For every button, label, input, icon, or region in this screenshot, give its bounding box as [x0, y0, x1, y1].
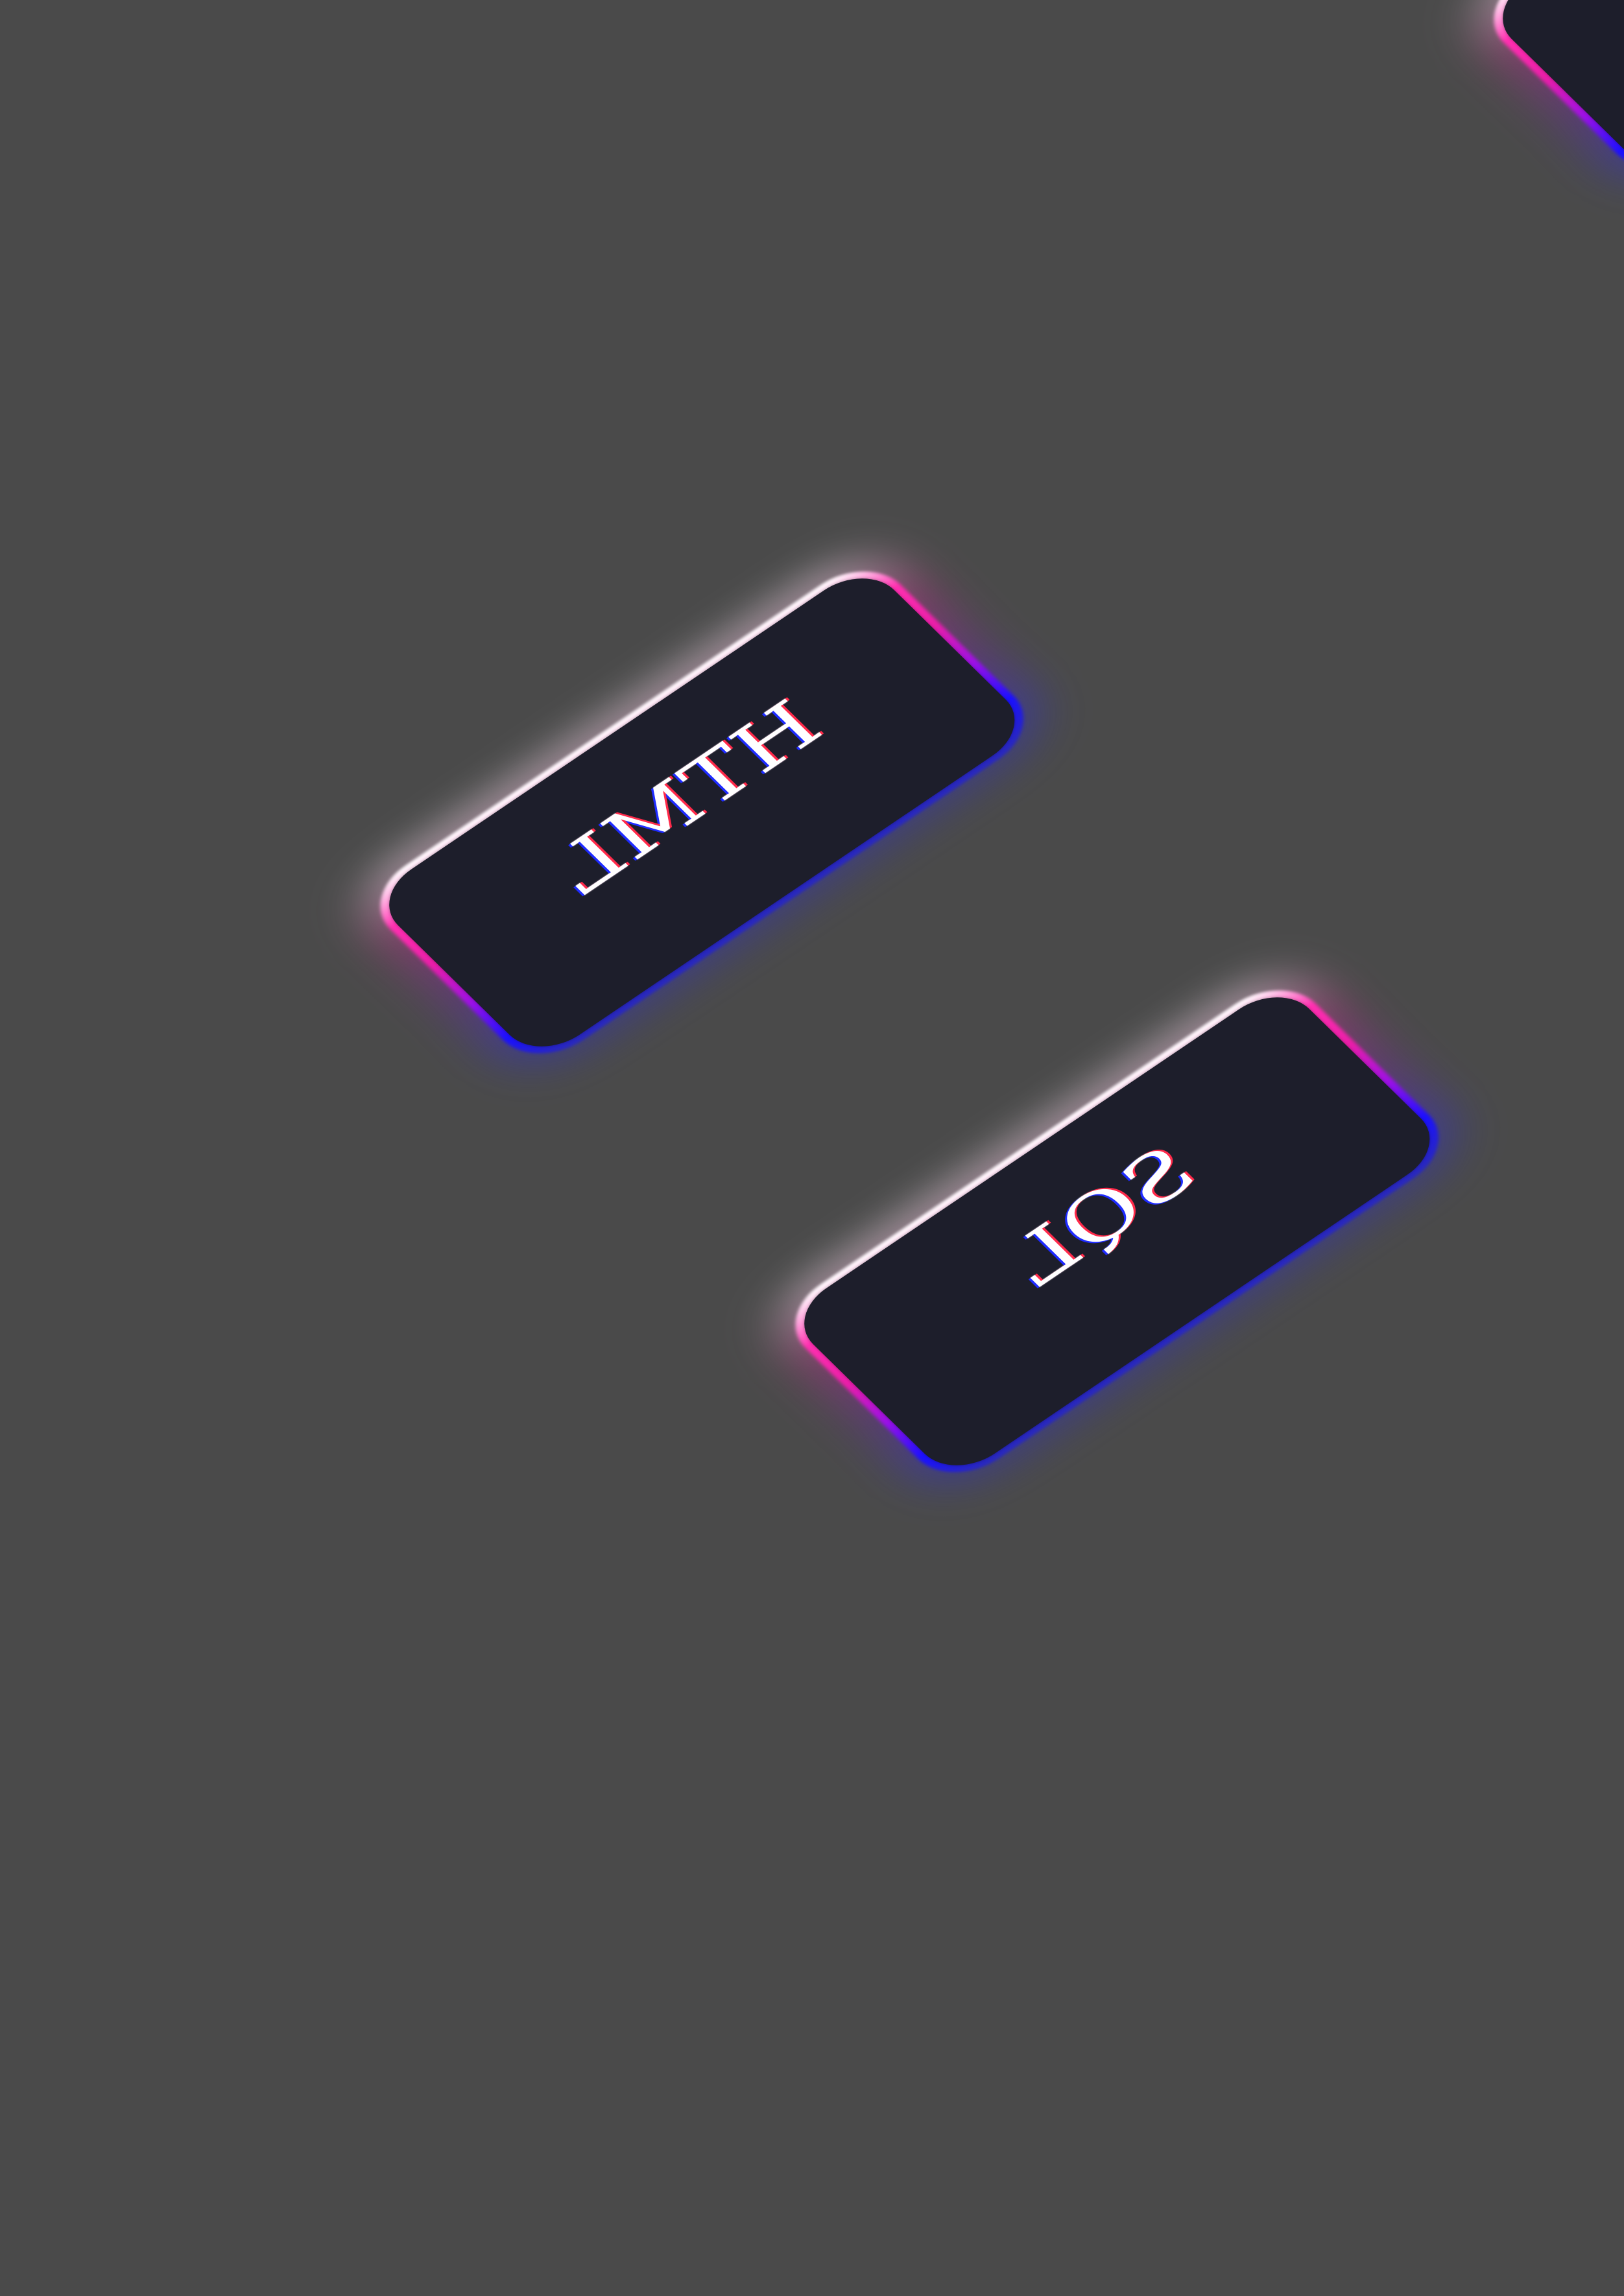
- card-partial[interactable]: [1450, 0, 1624, 204]
- card-html[interactable]: HTML: [336, 535, 1068, 1090]
- canvas: HTML SQL: [0, 0, 1624, 2296]
- card-label: [1527, 0, 1624, 54]
- card-sql[interactable]: SQL: [751, 954, 1483, 1509]
